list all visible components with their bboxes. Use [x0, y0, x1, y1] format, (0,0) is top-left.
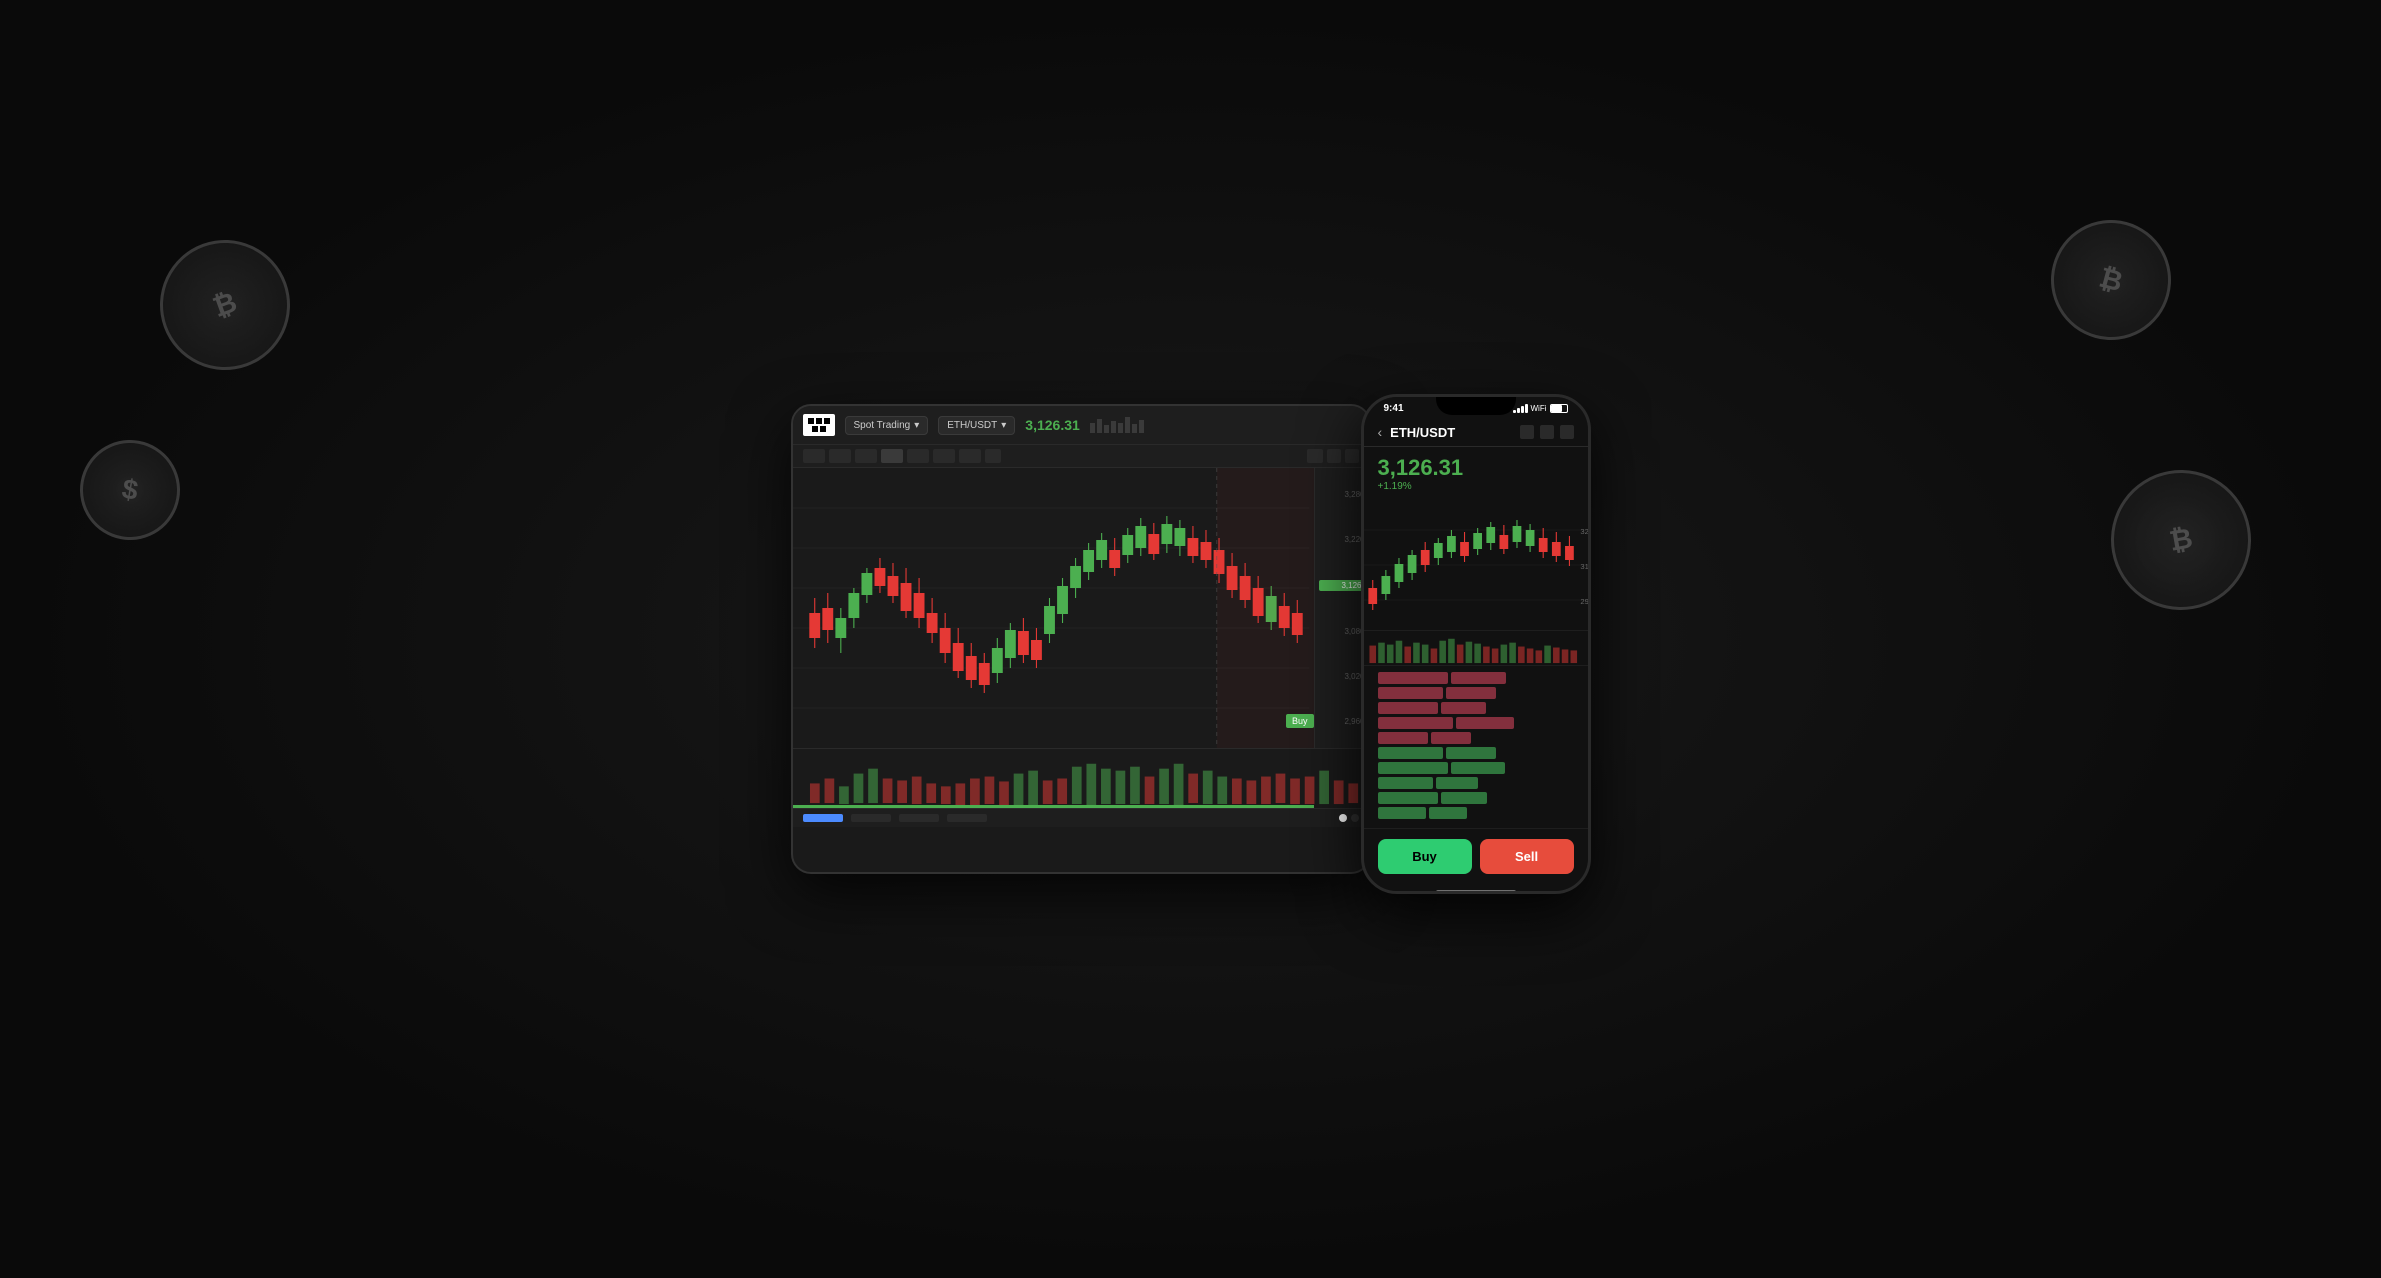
candlestick-chart-svg: [793, 468, 1369, 748]
more-timeframes[interactable]: [985, 449, 1001, 463]
tablet-price: 3,126.31: [1025, 417, 1080, 433]
bottom-green-bar: [793, 805, 1314, 808]
svg-text:2980: 2980: [1580, 597, 1588, 606]
price-mid-high: 3,220: [1319, 535, 1365, 544]
tab-history[interactable]: [947, 814, 987, 822]
ob-buy-row-2: [1378, 762, 1574, 774]
ob-sell-row-2: [1378, 687, 1574, 699]
volume-chart-svg: [793, 749, 1369, 808]
buy-price-label: Buy: [1286, 714, 1314, 728]
okx-logo: [803, 414, 835, 436]
ob-sell-row-1: [1378, 672, 1574, 684]
pagination: [1339, 814, 1359, 822]
ob-sell-row-5: [1378, 732, 1574, 744]
price-lower: 2,960: [1319, 717, 1365, 726]
phone-chart-area: 3280 3126 2980: [1364, 500, 1588, 630]
tablet-header: Spot Trading ▾ ETH/USDT ▾ 3,126.31: [793, 406, 1369, 445]
buy-button[interactable]: Buy: [1378, 839, 1472, 874]
dropdown-arrow: ▾: [914, 420, 919, 431]
ob-buy-row-5: [1378, 807, 1574, 819]
pair-label: ETH/USDT: [947, 420, 997, 431]
ob-buy-row-1: [1378, 747, 1574, 759]
phone-action-buttons: Buy Sell: [1364, 828, 1588, 884]
wifi-icon: WiFi: [1531, 404, 1547, 413]
phone-toolbar-btn-2[interactable]: [1540, 425, 1554, 439]
timeframe-4h[interactable]: [907, 449, 929, 463]
tablet-device: Spot Trading ▾ ETH/USDT ▾ 3,126.31: [791, 404, 1371, 874]
tab-orders[interactable]: [851, 814, 891, 822]
phone-notch: [1436, 397, 1516, 415]
phone-device: 9:41 WiFi ‹ ETH/USDT: [1361, 394, 1591, 894]
tab-chart[interactable]: [803, 814, 843, 822]
svg-text:3280: 3280: [1580, 527, 1588, 536]
signal-bars-icon: [1513, 404, 1528, 413]
sell-button[interactable]: Sell: [1480, 839, 1574, 874]
status-icons: WiFi: [1513, 404, 1568, 413]
tablet-chart-area: 3,280 3,220 3,126 3,080 3,020 2,960 Buy: [793, 468, 1369, 748]
devices-container: Spot Trading ▾ ETH/USDT ▾ 3,126.31: [791, 384, 1591, 894]
price-mid-low: 3,080: [1319, 627, 1365, 636]
ob-buy-row-4: [1378, 792, 1574, 804]
home-indicator: [1364, 884, 1588, 894]
chart-toolbar: [793, 445, 1369, 468]
tab-positions[interactable]: [899, 814, 939, 822]
battery-icon: [1550, 404, 1568, 413]
signal-bar-1: [1513, 410, 1516, 413]
bottom-tabs: [803, 814, 987, 822]
back-button[interactable]: ‹: [1378, 424, 1383, 440]
phone-volume-svg: [1364, 631, 1588, 665]
timeframe-15m[interactable]: [855, 449, 877, 463]
phone-candlestick-svg: 3280 3126 2980: [1364, 500, 1588, 630]
price-low: 3,020: [1319, 672, 1365, 681]
phone-orderbook: [1364, 665, 1588, 828]
signal-bar-3: [1521, 406, 1524, 413]
tablet-bottom-nav: [793, 808, 1369, 827]
mini-stats: [1090, 417, 1144, 433]
signal-bar-2: [1517, 408, 1520, 413]
indicators-btn[interactable]: [1307, 449, 1323, 463]
timeframe-1h[interactable]: [881, 449, 903, 463]
ob-sell-row-4: [1378, 717, 1574, 729]
pair-arrow: ▾: [1001, 420, 1006, 431]
settings-btn[interactable]: [1327, 449, 1341, 463]
status-time: 9:41: [1384, 403, 1404, 414]
phone-price-section: 3,126.31 +1.19%: [1364, 447, 1588, 500]
timeframe-1m[interactable]: [803, 449, 825, 463]
home-bar: [1436, 890, 1516, 894]
phone-price: 3,126.31: [1378, 455, 1574, 481]
spot-trading-dropdown[interactable]: Spot Trading ▾: [845, 416, 929, 435]
price-current: 3,126: [1319, 580, 1365, 591]
timeframe-5m[interactable]: [829, 449, 851, 463]
ob-sell-row-3: [1378, 702, 1574, 714]
phone-pair-title: ETH/USDT: [1390, 425, 1455, 440]
battery-fill: [1551, 405, 1562, 412]
ob-buy-row-3: [1378, 777, 1574, 789]
phone-toolbar-btn-3[interactable]: [1560, 425, 1574, 439]
tablet-volume-area: [793, 748, 1369, 808]
price-high: 3,280: [1319, 490, 1365, 499]
dot-2: [1351, 814, 1359, 822]
phone-status-bar: 9:41 WiFi: [1364, 397, 1588, 418]
phone-volume-area: [1364, 630, 1588, 665]
signal-bar-4: [1525, 404, 1528, 413]
timeframe-1d[interactable]: [933, 449, 955, 463]
svg-text:3126: 3126: [1580, 562, 1588, 571]
timeframe-1w[interactable]: [959, 449, 981, 463]
phone-price-change: +1.19%: [1378, 481, 1574, 492]
spot-trading-label: Spot Trading: [854, 420, 911, 431]
dot-1: [1339, 814, 1347, 822]
phone-nav-bar: ‹ ETH/USDT: [1364, 418, 1588, 447]
phone-toolbar-btn-1[interactable]: [1520, 425, 1534, 439]
fullscreen-btn[interactable]: [1345, 449, 1359, 463]
pair-selector[interactable]: ETH/USDT ▾: [938, 416, 1015, 435]
